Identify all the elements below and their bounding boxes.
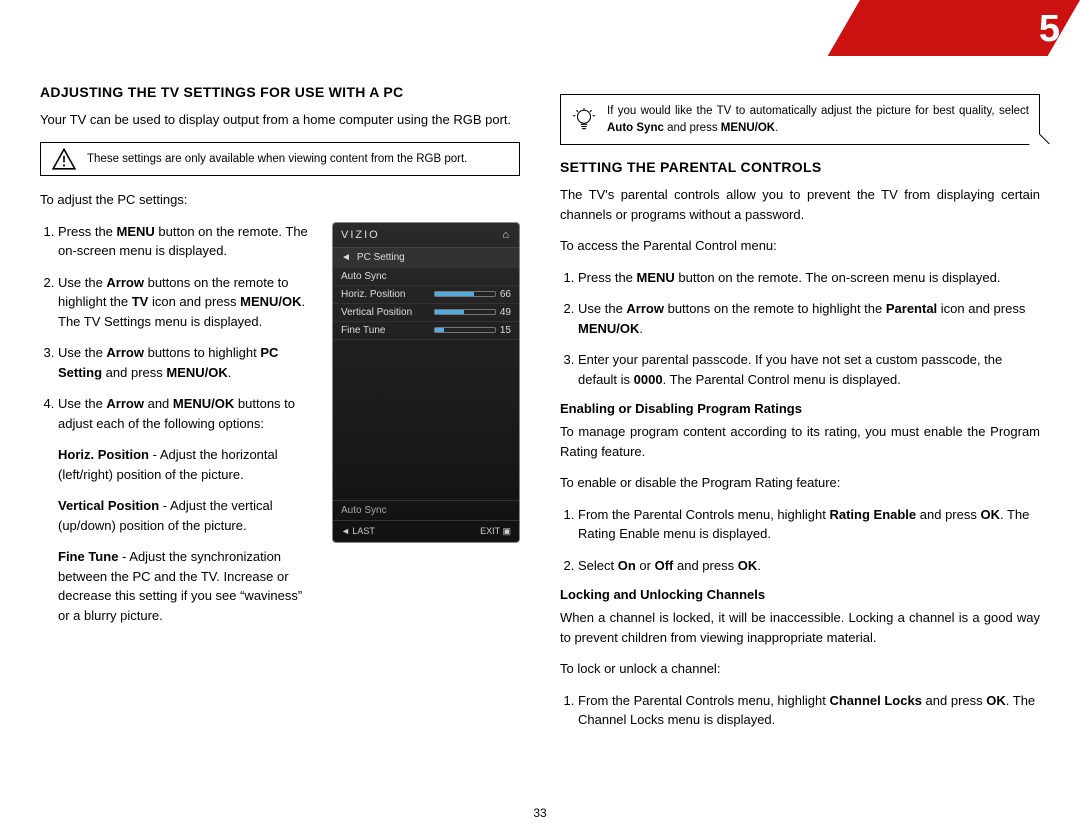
steps-list: Press the MENU button on the remote. The… xyxy=(40,222,314,434)
tv-setting-label: Horiz. Position xyxy=(341,289,405,300)
step-item: Enter your parental passcode. If you hav… xyxy=(578,350,1040,389)
lead-text: To lock or unlock a channel: xyxy=(560,659,1040,679)
tv-screenshot: VIZIO ⌂ ◄ PC Setting Auto Sync Horiz. Pos… xyxy=(332,222,520,543)
chapter-tab: 5 xyxy=(820,0,1080,56)
body-text: To manage program content according to i… xyxy=(560,422,1040,461)
page-number: 33 xyxy=(533,806,546,820)
intro-text: Your TV can be used to display output fr… xyxy=(40,110,520,130)
tv-setting-label: Vertical Position xyxy=(341,307,412,318)
tv-setting-row: Fine Tune 15 xyxy=(333,322,519,340)
tip-callout: If you would like the TV to automaticall… xyxy=(560,94,1040,145)
option-item: Horiz. Position - Adjust the horizontal … xyxy=(58,445,314,484)
tv-setting-label: Auto Sync xyxy=(341,271,387,282)
tv-setting-row: Auto Sync xyxy=(333,268,519,286)
step-item: Press the MENU button on the remote. The… xyxy=(578,268,1040,288)
step-item: Select On or Off and press OK. xyxy=(578,556,1040,576)
tv-setting-value: 66 xyxy=(500,289,511,300)
tv-breadcrumb: PC Setting xyxy=(357,252,405,263)
tv-setting-row: Vertical Position 49 xyxy=(333,304,519,322)
lightbulb-icon xyxy=(571,107,597,133)
warning-icon xyxy=(51,146,77,172)
tv-setting-label: Fine Tune xyxy=(341,325,385,336)
step-item: From the Parental Controls menu, highlig… xyxy=(578,691,1040,730)
step-item: Use the Arrow buttons to highlight PC Se… xyxy=(58,343,314,382)
tv-setting-value: 49 xyxy=(500,307,511,318)
tv-setting-row: Horiz. Position 66 xyxy=(333,286,519,304)
tv-last: ◄ LAST xyxy=(341,526,375,537)
step-item: Use the Arrow and MENU/OK buttons to adj… xyxy=(58,394,314,433)
callout-text: These settings are only available when v… xyxy=(87,153,467,165)
step-item: From the Parental Controls menu, highlig… xyxy=(578,505,1040,544)
steps-list: From the Parental Controls menu, highlig… xyxy=(560,505,1040,576)
lead-text: To enable or disable the Program Rating … xyxy=(560,473,1040,493)
warning-callout: These settings are only available when v… xyxy=(40,142,520,177)
step-item: Use the Arrow buttons on the remote to h… xyxy=(58,273,314,332)
body-text: When a channel is locked, it will be ina… xyxy=(560,608,1040,647)
tv-exit: EXIT ▣ xyxy=(480,526,511,537)
tv-setting-value: 15 xyxy=(500,325,511,336)
back-icon: ◄ xyxy=(341,252,351,263)
page-content: ADJUSTING THE TV SETTINGS FOR USE WITH A… xyxy=(0,0,1080,772)
option-item: Fine Tune - Adjust the synchro­nization … xyxy=(58,547,314,625)
option-item: Vertical Position - Adjust the vertical … xyxy=(58,496,314,535)
step-item: Use the Arrow buttons on the remote to h… xyxy=(578,299,1040,338)
tv-brand: VIZIO xyxy=(341,229,380,241)
tv-status: Auto Sync xyxy=(333,500,519,520)
lead-text: To access the Parental Control menu: xyxy=(560,236,1040,256)
chapter-number: 5 xyxy=(1039,8,1060,51)
lead-text: To adjust the PC settings: xyxy=(40,190,520,210)
subsection-heading: Enabling or Disabling Program Ratings xyxy=(560,401,1040,416)
left-column: ADJUSTING THE TV SETTINGS FOR USE WITH A… xyxy=(40,84,520,742)
steps-list: From the Parental Controls menu, highlig… xyxy=(560,691,1040,730)
right-column: If you would like the TV to automaticall… xyxy=(560,84,1040,742)
steps-list: Press the MENU button on the remote. The… xyxy=(560,268,1040,390)
intro-text: The TV's parental controls allow you to … xyxy=(560,185,1040,224)
section-heading: ADJUSTING THE TV SETTINGS FOR USE WITH A… xyxy=(40,84,520,100)
subsection-heading: Locking and Unlocking Channels xyxy=(560,587,1040,602)
step-item: Press the MENU button on the remote. The… xyxy=(58,222,314,261)
home-icon: ⌂ xyxy=(502,229,511,241)
section-heading: SETTING THE PARENTAL CONTROLS xyxy=(560,159,1040,175)
